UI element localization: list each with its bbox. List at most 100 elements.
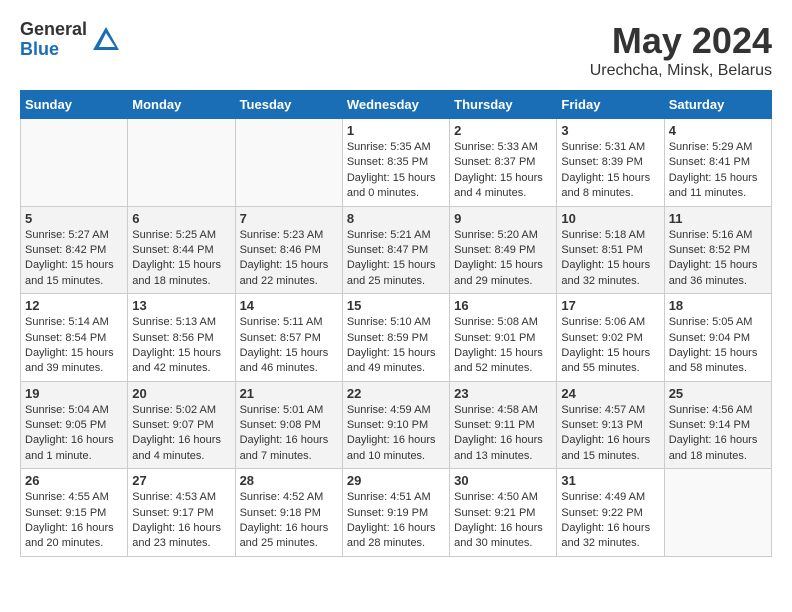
day-info: Sunrise: 5:23 AM Sunset: 8:46 PM Dayligh…	[240, 228, 338, 290]
day-number: 15	[347, 298, 445, 313]
day-number: 5	[25, 211, 123, 226]
day-cell: 1 Sunrise: 5:35 AM Sunset: 8:35 PM Daylig…	[342, 119, 449, 207]
day-info: Sunrise: 5:21 AM Sunset: 8:47 PM Dayligh…	[347, 228, 445, 290]
day-number: 29	[347, 473, 445, 488]
day-cell: 10 Sunrise: 5:18 AM Sunset: 8:51 PM Dayli…	[557, 206, 664, 294]
month-title: May 2024	[590, 20, 772, 62]
day-number: 28	[240, 473, 338, 488]
day-number: 17	[561, 298, 659, 313]
day-cell: 21Sunrise: 5:01 AM Sunset: 9:08 PM Dayli…	[235, 381, 342, 469]
day-cell: 19 Sunrise: 5:04 AM Sunset: 9:05 PM Dayli…	[21, 381, 128, 469]
day-number: 23	[454, 386, 552, 401]
day-info: Sunrise: 5:04 AM Sunset: 9:05 PM Dayligh…	[25, 403, 123, 465]
empty-cell	[128, 119, 235, 207]
day-cell: 4Sunrise: 5:29 AM Sunset: 8:41 PM Daylig…	[664, 119, 771, 207]
day-number: 16	[454, 298, 552, 313]
title-block: May 2024 Urechcha, Minsk, Belarus	[590, 20, 772, 80]
day-number: 20	[132, 386, 230, 401]
calendar-week-row: 1 Sunrise: 5:35 AM Sunset: 8:35 PM Daylig…	[21, 119, 772, 207]
calendar-week-row: 5 Sunrise: 5:27 AM Sunset: 8:42 PM Daylig…	[21, 206, 772, 294]
day-info: Sunrise: 4:49 AM Sunset: 9:22 PM Dayligh…	[561, 490, 659, 552]
day-info: Sunrise: 4:57 AM Sunset: 9:13 PM Dayligh…	[561, 403, 659, 465]
calendar-week-row: 12Sunrise: 5:14 AM Sunset: 8:54 PM Dayli…	[21, 294, 772, 382]
day-cell: 16 Sunrise: 5:08 AM Sunset: 9:01 PM Dayli…	[450, 294, 557, 382]
day-cell: 18Sunrise: 5:05 AM Sunset: 9:04 PM Dayli…	[664, 294, 771, 382]
day-cell: 20 Sunrise: 5:02 AM Sunset: 9:07 PM Dayli…	[128, 381, 235, 469]
day-number: 6	[132, 211, 230, 226]
day-cell: 7 Sunrise: 5:23 AM Sunset: 8:46 PM Daylig…	[235, 206, 342, 294]
page-header: General Blue May 2024 Urechcha, Minsk, B…	[20, 20, 772, 80]
weekday-header-row: SundayMondayTuesdayWednesdayThursdayFrid…	[21, 91, 772, 119]
day-cell: 31 Sunrise: 4:49 AM Sunset: 9:22 PM Dayli…	[557, 469, 664, 557]
day-number: 26	[25, 473, 123, 488]
day-number: 12	[25, 298, 123, 313]
day-cell: 8 Sunrise: 5:21 AM Sunset: 8:47 PM Daylig…	[342, 206, 449, 294]
day-cell: 28 Sunrise: 4:52 AM Sunset: 9:18 PM Dayli…	[235, 469, 342, 557]
day-info: Sunrise: 5:18 AM Sunset: 8:51 PM Dayligh…	[561, 228, 659, 290]
day-number: 22	[347, 386, 445, 401]
day-info: Sunrise: 5:05 AM Sunset: 9:04 PM Dayligh…	[669, 315, 767, 377]
weekday-header-thursday: Thursday	[450, 91, 557, 119]
day-cell: 5 Sunrise: 5:27 AM Sunset: 8:42 PM Daylig…	[21, 206, 128, 294]
day-info: Sunrise: 5:25 AM Sunset: 8:44 PM Dayligh…	[132, 228, 230, 290]
day-cell: 15 Sunrise: 5:10 AM Sunset: 8:59 PM Dayli…	[342, 294, 449, 382]
location: Urechcha, Minsk, Belarus	[590, 62, 772, 80]
day-info: Sunrise: 5:02 AM Sunset: 9:07 PM Dayligh…	[132, 403, 230, 465]
day-cell: 3 Sunrise: 5:31 AM Sunset: 8:39 PM Daylig…	[557, 119, 664, 207]
day-number: 10	[561, 211, 659, 226]
calendar: SundayMondayTuesdayWednesdayThursdayFrid…	[20, 90, 772, 557]
day-number: 9	[454, 211, 552, 226]
weekday-header-tuesday: Tuesday	[235, 91, 342, 119]
day-info: Sunrise: 4:55 AM Sunset: 9:15 PM Dayligh…	[25, 490, 123, 552]
day-info: Sunrise: 5:20 AM Sunset: 8:49 PM Dayligh…	[454, 228, 552, 290]
day-info: Sunrise: 4:52 AM Sunset: 9:18 PM Dayligh…	[240, 490, 338, 552]
logo: General Blue	[20, 20, 121, 60]
empty-cell	[21, 119, 128, 207]
day-cell: 11Sunrise: 5:16 AM Sunset: 8:52 PM Dayli…	[664, 206, 771, 294]
day-info: Sunrise: 5:33 AM Sunset: 8:37 PM Dayligh…	[454, 140, 552, 202]
day-cell: 6 Sunrise: 5:25 AM Sunset: 8:44 PM Daylig…	[128, 206, 235, 294]
day-info: Sunrise: 4:58 AM Sunset: 9:11 PM Dayligh…	[454, 403, 552, 465]
day-info: Sunrise: 4:53 AM Sunset: 9:17 PM Dayligh…	[132, 490, 230, 552]
day-info: Sunrise: 5:27 AM Sunset: 8:42 PM Dayligh…	[25, 228, 123, 290]
day-info: Sunrise: 5:08 AM Sunset: 9:01 PM Dayligh…	[454, 315, 552, 377]
day-cell: 26 Sunrise: 4:55 AM Sunset: 9:15 PM Dayli…	[21, 469, 128, 557]
day-cell: 22 Sunrise: 4:59 AM Sunset: 9:10 PM Dayli…	[342, 381, 449, 469]
day-info: Sunrise: 5:10 AM Sunset: 8:59 PM Dayligh…	[347, 315, 445, 377]
day-number: 14	[240, 298, 338, 313]
day-info: Sunrise: 4:59 AM Sunset: 9:10 PM Dayligh…	[347, 403, 445, 465]
day-info: Sunrise: 5:35 AM Sunset: 8:35 PM Dayligh…	[347, 140, 445, 202]
day-info: Sunrise: 5:01 AM Sunset: 9:08 PM Dayligh…	[240, 403, 338, 465]
day-info: Sunrise: 5:29 AM Sunset: 8:41 PM Dayligh…	[669, 140, 767, 202]
day-number: 13	[132, 298, 230, 313]
day-cell: 27Sunrise: 4:53 AM Sunset: 9:17 PM Dayli…	[128, 469, 235, 557]
day-cell: 30Sunrise: 4:50 AM Sunset: 9:21 PM Dayli…	[450, 469, 557, 557]
day-info: Sunrise: 4:56 AM Sunset: 9:14 PM Dayligh…	[669, 403, 767, 465]
calendar-week-row: 26 Sunrise: 4:55 AM Sunset: 9:15 PM Dayli…	[21, 469, 772, 557]
weekday-header-friday: Friday	[557, 91, 664, 119]
day-number: 31	[561, 473, 659, 488]
day-number: 3	[561, 123, 659, 138]
day-number: 8	[347, 211, 445, 226]
day-info: Sunrise: 5:11 AM Sunset: 8:57 PM Dayligh…	[240, 315, 338, 377]
day-info: Sunrise: 5:13 AM Sunset: 8:56 PM Dayligh…	[132, 315, 230, 377]
day-info: Sunrise: 5:06 AM Sunset: 9:02 PM Dayligh…	[561, 315, 659, 377]
day-cell: 29Sunrise: 4:51 AM Sunset: 9:19 PM Dayli…	[342, 469, 449, 557]
day-cell: 24Sunrise: 4:57 AM Sunset: 9:13 PM Dayli…	[557, 381, 664, 469]
day-cell: 23 Sunrise: 4:58 AM Sunset: 9:11 PM Dayli…	[450, 381, 557, 469]
day-cell: 9 Sunrise: 5:20 AM Sunset: 8:49 PM Daylig…	[450, 206, 557, 294]
day-number: 7	[240, 211, 338, 226]
weekday-header-wednesday: Wednesday	[342, 91, 449, 119]
day-cell: 17 Sunrise: 5:06 AM Sunset: 9:02 PM Dayli…	[557, 294, 664, 382]
day-info: Sunrise: 5:16 AM Sunset: 8:52 PM Dayligh…	[669, 228, 767, 290]
day-number: 19	[25, 386, 123, 401]
day-number: 1	[347, 123, 445, 138]
day-cell: 25Sunrise: 4:56 AM Sunset: 9:14 PM Dayli…	[664, 381, 771, 469]
day-info: Sunrise: 5:31 AM Sunset: 8:39 PM Dayligh…	[561, 140, 659, 202]
empty-cell	[235, 119, 342, 207]
day-cell: 13 Sunrise: 5:13 AM Sunset: 8:56 PM Dayli…	[128, 294, 235, 382]
calendar-week-row: 19 Sunrise: 5:04 AM Sunset: 9:05 PM Dayli…	[21, 381, 772, 469]
logo-general: General	[20, 20, 87, 40]
empty-cell	[664, 469, 771, 557]
day-info: Sunrise: 4:50 AM Sunset: 9:21 PM Dayligh…	[454, 490, 552, 552]
